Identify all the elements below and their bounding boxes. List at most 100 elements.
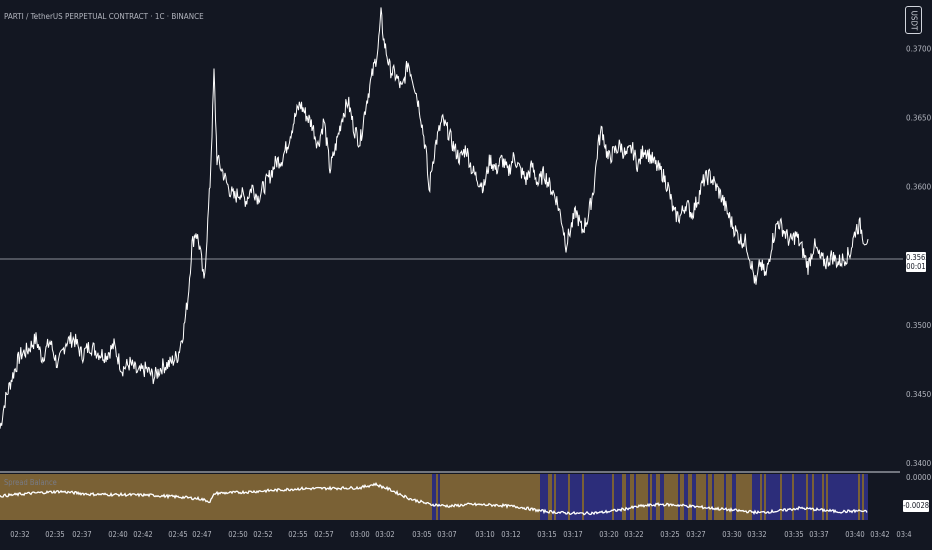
oscillator-band [282, 474, 284, 520]
oscillator-band [386, 474, 388, 520]
oscillator-upper-tick: 0.0000 [906, 473, 932, 482]
oscillator-band [348, 474, 350, 520]
oscillator-band [236, 474, 238, 520]
oscillator-band [716, 474, 718, 520]
oscillator-band [626, 474, 628, 520]
x-tick-label: 02:47 [192, 530, 211, 539]
oscillator-band [640, 474, 642, 520]
oscillator-band [808, 474, 810, 520]
oscillator-band [780, 474, 782, 520]
oscillator-band [134, 474, 136, 520]
oscillator-band [272, 474, 274, 520]
oscillator-band [298, 474, 300, 520]
oscillator-band [728, 474, 730, 520]
oscillator-band [128, 474, 130, 520]
oscillator-band [692, 474, 694, 520]
oscillator-band [610, 474, 612, 520]
oscillator-band [632, 474, 634, 520]
oscillator-band [788, 474, 790, 520]
oscillator-band [720, 474, 722, 520]
oscillator-band [256, 474, 258, 520]
oscillator-band [472, 474, 474, 520]
oscillator-band [116, 474, 118, 520]
oscillator-band [852, 474, 854, 520]
oscillator-band [268, 474, 270, 520]
oscillator-band [528, 474, 530, 520]
oscillator-band [466, 474, 468, 520]
oscillator-band [72, 474, 74, 520]
oscillator-band [826, 474, 828, 520]
oscillator-band [782, 474, 784, 520]
oscillator-band [352, 474, 354, 520]
x-tick-label: 02:45 [168, 530, 187, 539]
oscillator-band [708, 474, 710, 520]
oscillator-band [848, 474, 850, 520]
oscillator-band [448, 474, 450, 520]
oscillator-band [398, 474, 400, 520]
oscillator-band [364, 474, 366, 520]
x-tick-label: 02:50 [228, 530, 247, 539]
oscillator-band [332, 474, 334, 520]
oscillator-band [858, 474, 860, 520]
oscillator-band [68, 474, 70, 520]
x-tick-label: 03:00 [350, 530, 369, 539]
oscillator-band [794, 474, 796, 520]
oscillator-band [608, 474, 610, 520]
x-tick-label: 03:40 [845, 530, 864, 539]
oscillator-band [636, 474, 638, 520]
x-tick-label: 02:55 [288, 530, 307, 539]
oscillator-band [246, 474, 248, 520]
oscillator-band [462, 474, 464, 520]
oscillator-band [142, 474, 144, 520]
oscillator-band [146, 474, 148, 520]
price-series-line [0, 7, 869, 429]
oscillator-band [242, 474, 244, 520]
oscillator-band [126, 474, 128, 520]
oscillator-value-tag: -0.0028 [903, 500, 930, 512]
oscillator-band [300, 474, 302, 520]
price-marker-value: 0.3562 [906, 253, 930, 262]
oscillator-band [376, 474, 378, 520]
oscillator-band [682, 474, 684, 520]
oscillator-band [550, 474, 552, 520]
oscillator-band [442, 474, 444, 520]
oscillator-band [832, 474, 834, 520]
oscillator-band [850, 474, 852, 520]
oscillator-band [500, 474, 502, 520]
oscillator-band [396, 474, 398, 520]
oscillator-band [638, 474, 640, 520]
oscillator-band [120, 474, 122, 520]
oscillator-band [392, 474, 394, 520]
oscillator-band [760, 474, 762, 520]
oscillator-band [784, 474, 786, 520]
oscillator-band [668, 474, 670, 520]
oscillator-band [742, 474, 744, 520]
oscillator-band [690, 474, 692, 520]
oscillator-band [730, 474, 732, 520]
price-chart[interactable]: 0.3700 0.3650 0.3600 0.3500 0.3450 0.3400 02:… [0, 0, 932, 550]
x-tick-label: 02:42 [133, 530, 152, 539]
oscillator-band [450, 474, 452, 520]
oscillator-band [340, 474, 342, 520]
oscillator-band [454, 474, 456, 520]
oscillator-band [254, 474, 256, 520]
oscillator-band [724, 474, 726, 520]
oscillator-band [732, 474, 734, 520]
oscillator-band [740, 474, 742, 520]
oscillator-band [302, 474, 304, 520]
oscillator-band [228, 474, 230, 520]
y-tick-label: 0.3600 [906, 183, 932, 192]
oscillator-band [62, 474, 64, 520]
oscillator-band [414, 474, 416, 520]
oscillator-band [222, 474, 224, 520]
oscillator-band [750, 474, 752, 520]
oscillator-band [136, 474, 138, 520]
oscillator-band [94, 474, 96, 520]
oscillator-band [828, 474, 830, 520]
oscillator-band [656, 474, 658, 520]
y-tick-label: 0.3650 [906, 114, 932, 123]
x-tick-label: 03:12 [501, 530, 520, 539]
oscillator-band [310, 474, 312, 520]
oscillator-band [802, 474, 804, 520]
oscillator-band [276, 474, 278, 520]
